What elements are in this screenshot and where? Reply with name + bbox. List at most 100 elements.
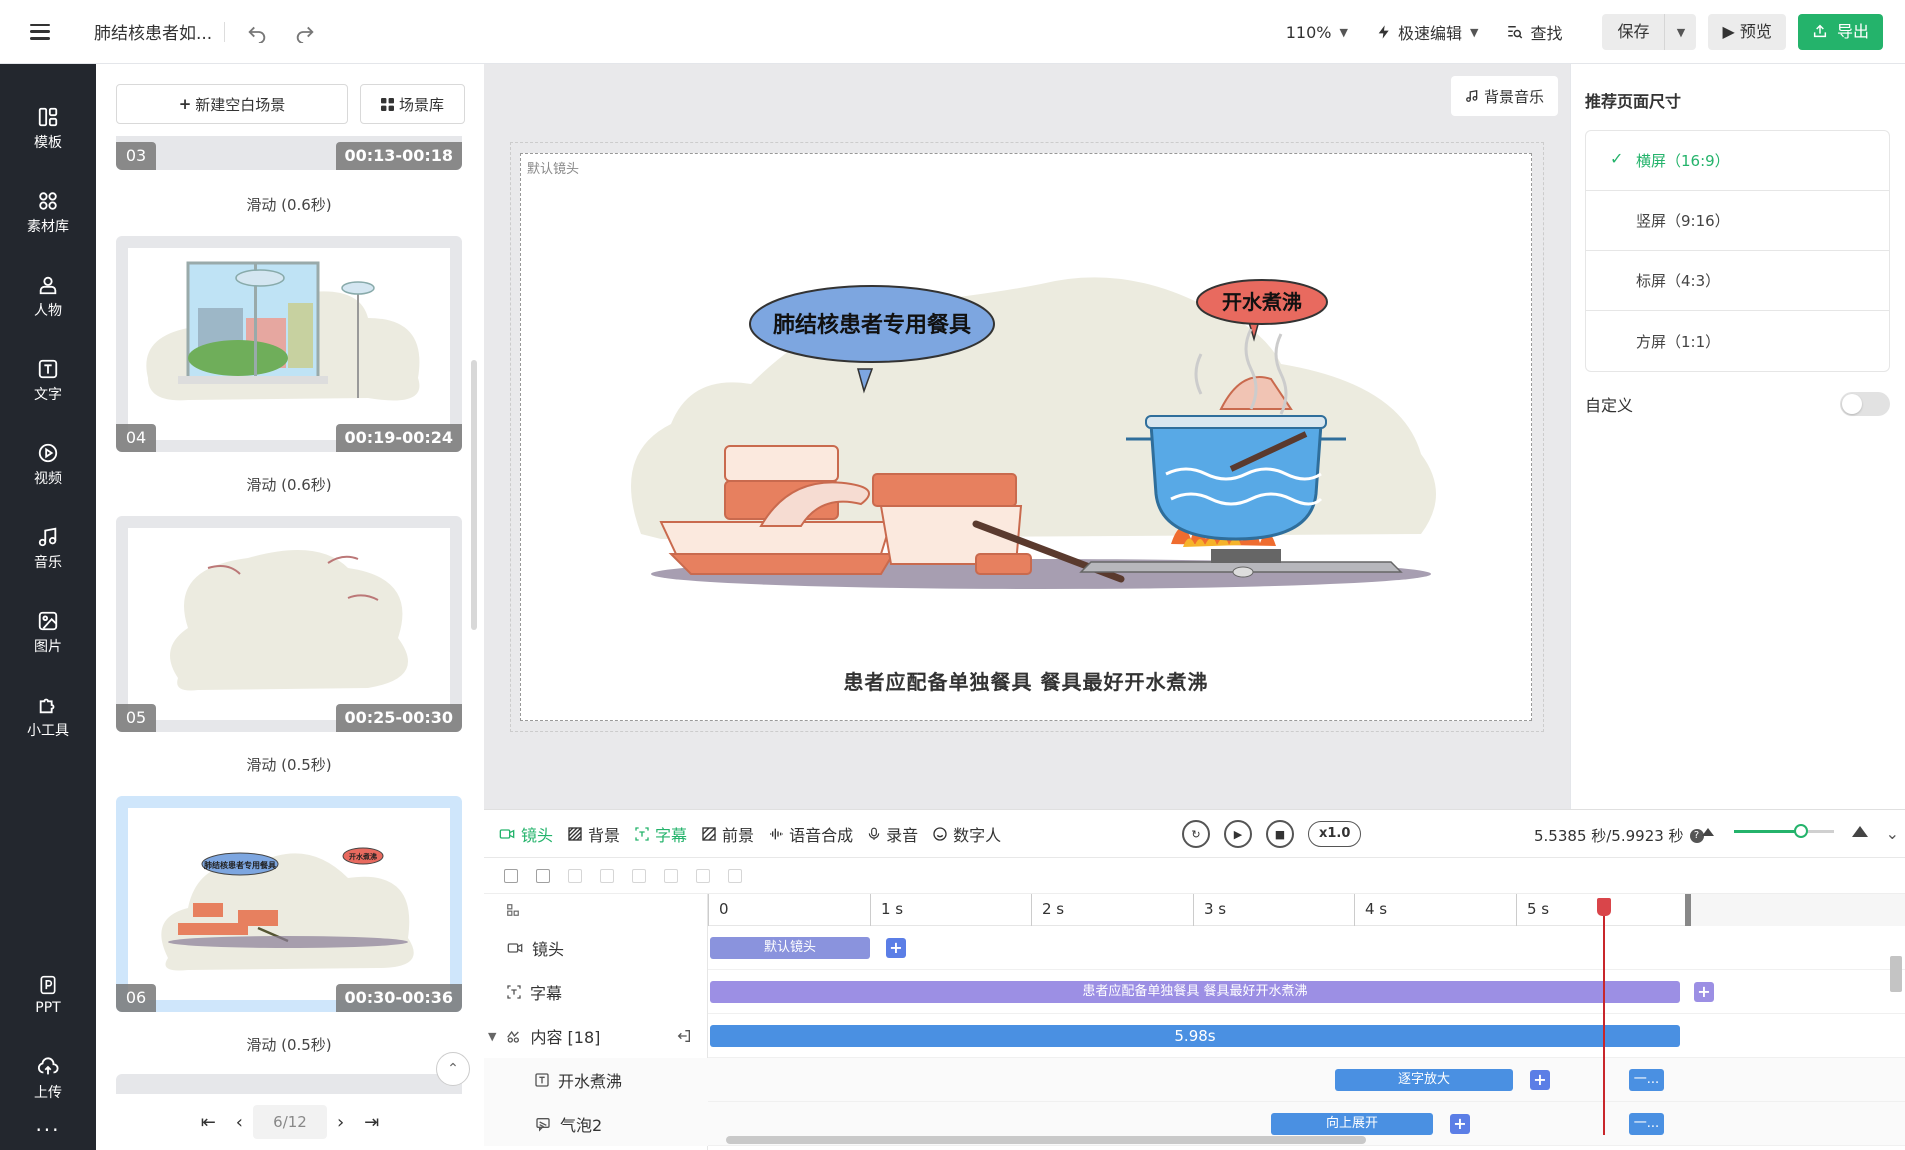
tab-camera[interactable]: 镜头 (498, 822, 553, 846)
copy-icon[interactable] (696, 868, 710, 883)
play-button[interactable]: ▶ (1224, 820, 1252, 848)
boil-exit-clip[interactable]: 一... (1629, 1069, 1664, 1091)
stage[interactable]: 默认镜头 肺结核患者专用餐具 开水煮沸 患者应配备单独餐具 餐具最好开水煮沸 (520, 153, 1532, 721)
scroll-top-button[interactable]: ⌃ (436, 1052, 470, 1086)
zoom-out-icon[interactable] (1702, 827, 1714, 836)
track-item-boil[interactable]: 开水煮沸 (484, 1058, 708, 1102)
scene-transition[interactable]: 滑动 (0.5秒) (116, 754, 462, 775)
tab-digital-human[interactable]: 数字人 (932, 822, 1001, 846)
rail-item-image[interactable]: 图片 (0, 598, 96, 668)
rail-item-materials[interactable]: 素材库 (0, 178, 96, 248)
track-content[interactable]: ▼ 内容 [18] (484, 1014, 708, 1058)
subtitle-text[interactable]: 患者应配备单独餐具 餐具最好开水煮沸 (521, 666, 1531, 695)
custom-size-label: 自定义 (1585, 396, 1634, 415)
tab-subtitle[interactable]: 字幕 (634, 822, 687, 846)
track-item-bubble2[interactable]: 气泡2 (484, 1102, 708, 1146)
rail-item-video[interactable]: 视频 (0, 430, 96, 500)
rail-item-text[interactable]: 文字 (0, 346, 96, 416)
add-subtitle-button[interactable]: + (1694, 982, 1714, 1002)
stop-button[interactable]: ■ (1266, 820, 1294, 848)
bubble2-animation-clip[interactable]: 向上展开 (1271, 1113, 1433, 1135)
scene-panel-scrollbar[interactable] (471, 360, 477, 630)
zoom-slider[interactable] (1734, 824, 1834, 838)
menu-button[interactable] (0, 0, 80, 64)
rail-item-tools[interactable]: 小工具 (0, 682, 96, 752)
save-button[interactable]: 保存 (1602, 14, 1664, 50)
rail-item-person[interactable]: 人物 (0, 262, 96, 332)
filter-icon[interactable] (504, 868, 518, 883)
timeline-hscrollbar[interactable] (708, 1134, 1878, 1146)
playback-speed[interactable]: x1.0 (1308, 821, 1362, 847)
timeline-ruler[interactable]: 0 1 s 2 s 3 s 4 s 5 s (708, 894, 1905, 926)
find-button[interactable]: 查找 (1506, 20, 1562, 44)
more-button[interactable]: ··· (0, 1118, 96, 1142)
add-animation-button[interactable]: + (1450, 1114, 1470, 1134)
distribute-icon[interactable] (664, 868, 678, 883)
track-camera[interactable]: 镜头 (484, 926, 708, 970)
size-option-4-3[interactable]: 标屏（4:3） (1586, 251, 1889, 311)
custom-size-toggle[interactable] (1840, 392, 1890, 416)
zoom-select[interactable]: 110% ▼ (1286, 23, 1348, 42)
exit-group-icon[interactable] (676, 1028, 692, 1044)
size-option-16-9[interactable]: ✓ 横屏（16:9） (1586, 131, 1889, 191)
align-right-icon[interactable] (632, 868, 646, 883)
prev-page-button[interactable]: ‹ (236, 1112, 243, 1133)
paste-icon[interactable] (728, 868, 742, 883)
align-center-icon[interactable] (600, 868, 614, 883)
scene-transition[interactable]: 滑动 (0.5秒) (116, 1034, 462, 1055)
background-music-button[interactable]: 背景音乐 (1450, 76, 1558, 116)
hscroll-thumb[interactable] (726, 1136, 1366, 1144)
export-button[interactable]: 导出 (1797, 14, 1883, 50)
size-option-1-1[interactable]: 方屏（1:1） (1586, 311, 1889, 371)
rail-item-upload[interactable]: 上传 (0, 1044, 96, 1114)
scene-transition[interactable]: 滑动 (0.6秒) (116, 474, 462, 495)
next-page-button[interactable]: › (337, 1112, 344, 1133)
document-title[interactable]: 肺结核患者如... (94, 19, 212, 44)
playhead-handle[interactable] (1597, 898, 1611, 916)
scene-end-marker[interactable] (1685, 894, 1905, 926)
track-subtitle[interactable]: 字幕 (484, 970, 708, 1014)
last-page-button[interactable]: ⇥ (364, 1112, 379, 1133)
size-option-9-16[interactable]: 竖屏（9:16） (1586, 191, 1889, 251)
boil-animation-clip[interactable]: 逐字放大 (1335, 1069, 1513, 1091)
subtitle-clip[interactable]: 患者应配备单独餐具 餐具最好开水煮沸 (710, 981, 1680, 1003)
page-indicator[interactable]: 6/12 (253, 1105, 327, 1139)
save-dropdown-button[interactable]: ▼ (1664, 14, 1696, 50)
align-left-icon[interactable] (568, 868, 582, 883)
tab-record[interactable]: 录音 (867, 822, 918, 846)
scene-card-06[interactable]: 肺结核患者专用餐具 开水煮沸 06 00:30-00:36 (116, 796, 462, 1012)
collapse-timeline-button[interactable]: ⌄ (1886, 824, 1899, 843)
add-animation-button[interactable]: + (1530, 1070, 1550, 1090)
zoom-in-icon[interactable] (1852, 826, 1868, 837)
bubble2-exit-clip[interactable]: 一... (1629, 1113, 1664, 1135)
find-label: 查找 (1530, 24, 1563, 43)
rail-item-music[interactable]: 音乐 (0, 514, 96, 584)
layers-icon[interactable] (506, 903, 520, 917)
edit-mode-select[interactable]: 极速编辑 ▼ (1376, 20, 1478, 44)
rail-item-ppt[interactable]: PPT (0, 960, 96, 1030)
preview-button[interactable]: ▶ 预览 (1708, 14, 1786, 50)
group-icon[interactable] (536, 868, 550, 883)
vscroll-thumb[interactable] (1890, 956, 1902, 992)
scene-card-04[interactable]: 04 00:19-00:24 (116, 236, 462, 452)
tab-tts[interactable]: 语音合成 (768, 822, 853, 846)
scene-library-button[interactable]: 场景库 (360, 84, 465, 124)
undo-button[interactable] (239, 14, 275, 50)
chevron-down-icon[interactable]: ▼ (488, 1030, 496, 1043)
first-page-button[interactable]: ⇤ (201, 1112, 216, 1133)
scene-card-05[interactable]: 05 00:25-00:30 (116, 516, 462, 732)
timeline-vscrollbar[interactable] (1887, 928, 1903, 1146)
zoom-slider-knob[interactable] (1794, 824, 1808, 838)
scene-card-03[interactable]: 03 00:13-00:18 (116, 136, 462, 170)
replay-button[interactable]: ↻ (1182, 820, 1210, 848)
rail-item-template[interactable]: 模板 (0, 94, 96, 164)
scene-transition[interactable]: 滑动 (0.6秒) (116, 194, 462, 215)
playhead[interactable] (1603, 900, 1605, 1135)
new-blank-scene-button[interactable]: + 新建空白场景 (116, 84, 348, 124)
add-camera-button[interactable]: + (886, 938, 906, 958)
tab-background[interactable]: 背景 (567, 822, 620, 846)
redo-button[interactable] (287, 14, 323, 50)
tab-foreground[interactable]: 前景 (701, 822, 754, 846)
content-clip[interactable]: 5.98s (710, 1025, 1680, 1047)
camera-clip[interactable]: 默认镜头 (710, 937, 870, 959)
